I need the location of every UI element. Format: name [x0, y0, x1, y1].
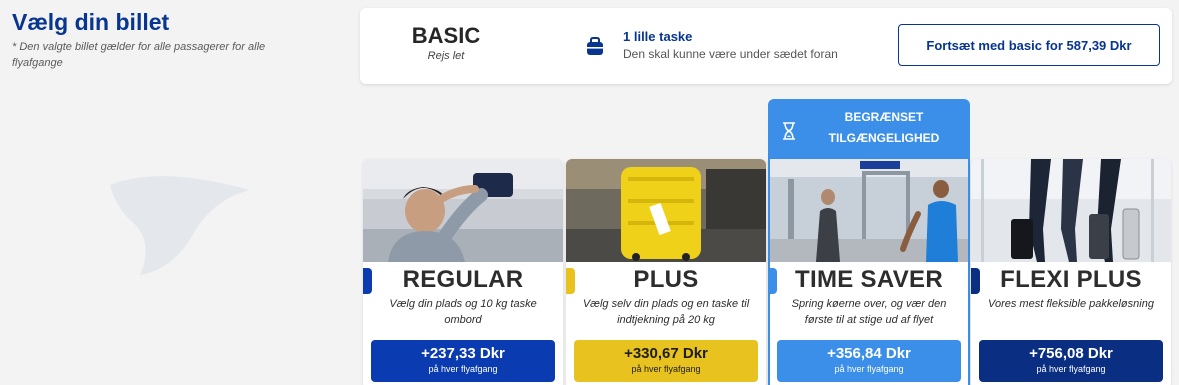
hourglass-icon	[783, 122, 795, 140]
price-button-plus[interactable]: +330,67 Dkr på hver flyafgang	[574, 340, 758, 382]
price-button-regular[interactable]: +237,33 Dkr på hver flyafgang	[371, 340, 555, 382]
price-amount-plus: +330,67 Dkr	[624, 345, 708, 362]
basic-name: BASIC	[411, 23, 481, 48]
small-bag-icon	[587, 37, 603, 55]
price-button-flexi-plus[interactable]: +756,08 Dkr på hver flyafgang	[979, 340, 1163, 382]
price-per-regular: på hver flyafgang	[428, 364, 498, 374]
price-per-time-saver: på hver flyafgang	[834, 364, 904, 374]
continue-with-basic-button[interactable]: Fortsæt med basic for 587,39 Dkr	[898, 24, 1160, 66]
fare-name-plus: PLUS	[633, 266, 699, 293]
price-button-time-saver[interactable]: +356,84 Dkr på hver flyafgang	[777, 340, 961, 382]
page-note: * Den valgte billet gælder for alle pass…	[12, 41, 266, 69]
fare-name-flexi-plus: FLEXI PLUS	[1000, 266, 1142, 293]
fare-name-regular: REGULAR	[402, 266, 524, 293]
harp-logo-icon	[110, 176, 250, 275]
page-title: Vælg din billet	[12, 9, 170, 35]
fare-card-time-saver[interactable]: TIME SAVER Spring køerne over, og vær de…	[768, 159, 970, 385]
banner-text: BEGRÆNSET TILGÆNGELIGHED	[804, 107, 964, 149]
fare-description-plus: Vælg selv din plads og en taske til indt…	[582, 298, 750, 326]
fare-card-flexi-plus[interactable]: FLEXI PLUS Vores mest fleksible pakkeløs…	[971, 159, 1171, 385]
bag-title: 1 lille taske	[623, 29, 693, 44]
fare-image-time-saver	[768, 159, 970, 262]
banner-line-2: TILGÆNGELIGHED	[828, 131, 940, 145]
basic-subtitle: Rejs let	[427, 50, 465, 62]
fare-image-regular	[363, 159, 563, 262]
fare-description-time-saver: Spring køerne over, og vær den første ti…	[791, 298, 947, 326]
bag-info: 1 lille taske Den skal kunne være under …	[623, 28, 838, 61]
fare-card-regular[interactable]: REGULAR Vælg din plads og 10 kg taske om…	[363, 159, 563, 385]
price-per-flexi-plus: på hver flyafgang	[1036, 364, 1106, 374]
fare-card-plus[interactable]: PLUS Vælg selv din plads og en taske til…	[566, 159, 766, 385]
basic-fare-card: BASIC Rejs let 1 lille taske Den skal ku…	[360, 8, 1172, 84]
fare-description-flexi-plus: Vores mest fleksible pakkeløsning	[988, 298, 1154, 310]
price-amount-regular: +237,33 Dkr	[421, 345, 505, 362]
banner-line-1: BEGRÆNSET	[844, 110, 924, 124]
fare-image-flexi-plus	[971, 159, 1171, 262]
price-amount-flexi-plus: +756,08 Dkr	[1029, 345, 1113, 362]
basic-title-block: BASIC Rejs let	[360, 23, 532, 62]
limited-availability-banner: BEGRÆNSET TILGÆNGELIGHED	[768, 99, 970, 161]
fare-image-plus	[566, 159, 766, 262]
price-per-plus: på hver flyafgang	[631, 364, 701, 374]
price-amount-time-saver: +356,84 Dkr	[827, 345, 911, 362]
page-heading: Vælg din billet * Den valgte billet gæld…	[12, 8, 342, 71]
bag-subtitle: Den skal kunne være under sædet foran	[623, 47, 838, 61]
fare-description-regular: Vælg din plads og 10 kg taske ombord	[389, 298, 537, 326]
fare-name-time-saver: TIME SAVER	[795, 266, 943, 293]
